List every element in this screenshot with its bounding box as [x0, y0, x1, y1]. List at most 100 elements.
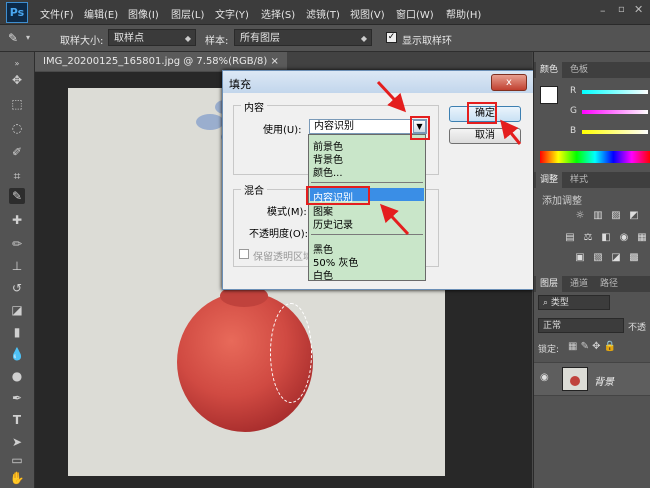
- maximize-icon[interactable]: ▫: [618, 4, 625, 15]
- visibility-eye-icon[interactable]: ◉: [540, 372, 549, 383]
- hand-tool-icon[interactable]: ✋: [9, 470, 25, 486]
- r-slider[interactable]: [582, 90, 648, 94]
- eyedropper-tool-icon[interactable]: ✎: [9, 188, 25, 204]
- content-group-title: 内容: [241, 99, 267, 114]
- option-color[interactable]: 颜色...: [313, 164, 343, 179]
- sample-label: 样本:: [205, 36, 229, 47]
- menu-help[interactable]: 帮助(H): [446, 6, 481, 21]
- tab-color[interactable]: 颜色: [536, 62, 563, 78]
- tab-adjustments[interactable]: 调整: [536, 172, 563, 188]
- preserve-transparency-checkbox[interactable]: [239, 249, 249, 259]
- balance-icon[interactable]: ⚖: [582, 232, 594, 244]
- b-slider[interactable]: [582, 130, 648, 134]
- collapse-toolbox-icon[interactable]: »: [9, 56, 25, 72]
- document-tab[interactable]: IMG_20200125_165801.jpg @ 7.58%(RGB/8) ×: [35, 52, 287, 71]
- dialog-title: 填充: [229, 78, 251, 91]
- g-slider[interactable]: [582, 110, 648, 114]
- blend-mode-select[interactable]: 正常: [538, 318, 624, 333]
- menu-image[interactable]: 图像(I): [128, 6, 159, 21]
- tool-preset-chevron-icon[interactable]: ▾: [26, 33, 30, 42]
- close-tab-icon[interactable]: ×: [270, 56, 278, 67]
- bw-icon[interactable]: ◧: [600, 232, 612, 244]
- layers-panel-tabs: 图层 通道 路径: [534, 276, 650, 292]
- foreground-color-swatch[interactable]: [540, 86, 558, 104]
- close-window-icon[interactable]: ✕: [634, 3, 643, 16]
- option-history[interactable]: 历史记录: [313, 216, 353, 231]
- brightness-icon[interactable]: ☼: [574, 210, 586, 222]
- clone-stamp-tool-icon[interactable]: ⊥: [9, 258, 25, 274]
- options-bar: ✎ ▾ 取样大小: 取样点 ◆ 样本: 所有图层 ◆ ✓ 显示取样环: [0, 25, 650, 52]
- quick-select-tool-icon[interactable]: ✐: [9, 144, 25, 160]
- eraser-tool-icon[interactable]: ◪: [9, 302, 25, 318]
- sample-size-label: 取样大小:: [60, 36, 104, 47]
- pen-tool-icon[interactable]: ✒: [9, 390, 25, 406]
- g-label: G: [570, 106, 577, 116]
- gradient-tool-icon[interactable]: ▮: [9, 324, 25, 340]
- type-tool-icon[interactable]: T: [9, 412, 25, 428]
- healing-brush-tool-icon[interactable]: ✚: [9, 212, 25, 228]
- blend-group-title: 混合: [241, 182, 267, 197]
- opacity-label: 不透: [628, 323, 647, 333]
- exposure-icon[interactable]: ◩: [628, 210, 640, 222]
- lasso-selection: [270, 303, 312, 403]
- brush-tool-icon[interactable]: ✏: [9, 236, 25, 252]
- adjust-panel-tabs: 调整 样式: [534, 172, 650, 188]
- menu-select[interactable]: 选择(S): [261, 6, 295, 21]
- menu-filter[interactable]: 滤镜(T): [306, 6, 340, 21]
- lock-icons[interactable]: ▦ ✎ ✥ 🔒: [568, 341, 616, 352]
- layer-kind-filter[interactable]: ⌕ 类型: [538, 295, 610, 310]
- photo-filter-icon[interactable]: ◉: [618, 232, 630, 244]
- channel-mixer-icon[interactable]: ▦: [636, 232, 648, 244]
- menu-edit[interactable]: 编辑(E): [84, 6, 118, 21]
- crop-tool-icon[interactable]: ⌗: [9, 168, 25, 184]
- path-select-tool-icon[interactable]: ➤: [9, 434, 25, 450]
- layer-row-background[interactable]: ◉ 背景: [534, 362, 650, 396]
- gradient-map-icon[interactable]: ▩: [628, 252, 640, 264]
- marquee-tool-icon[interactable]: ⬚: [9, 96, 25, 112]
- use-label: 使用(U):: [263, 125, 302, 136]
- tab-paths[interactable]: 路径: [596, 276, 622, 292]
- minimize-icon[interactable]: –: [600, 4, 606, 17]
- menu-type[interactable]: 文字(Y): [215, 6, 249, 21]
- photoshop-logo: Ps: [6, 2, 28, 23]
- lasso-tool-icon[interactable]: ◌: [9, 120, 25, 136]
- shape-tool-icon[interactable]: ▭: [9, 452, 25, 468]
- tab-swatches[interactable]: 色板: [566, 62, 592, 78]
- right-panels: 颜色 色板 R G B 调整 样式 添加调整 ☼ ▥ ▨ ◩ ▤ ⚖ ◧ ◉ ▦…: [533, 52, 650, 488]
- color-spectrum[interactable]: [540, 151, 650, 163]
- invert-icon[interactable]: ▣: [574, 252, 586, 264]
- show-ring-checkbox[interactable]: ✓: [386, 32, 397, 43]
- move-tool-icon[interactable]: ✥: [9, 72, 25, 88]
- opacity-label: 不透明度(O):: [249, 229, 309, 240]
- menu-file[interactable]: 文件(F): [40, 6, 74, 21]
- sample-select[interactable]: 所有图层 ◆: [234, 29, 372, 46]
- mode-label: 模式(M):: [267, 207, 307, 218]
- layer-name: 背景: [594, 377, 614, 388]
- color-panel-tabs: 颜色 色板: [534, 62, 650, 78]
- levels-icon[interactable]: ▥: [592, 210, 604, 222]
- toolbox: » ✥ ⬚ ◌ ✐ ⌗ ✎ ✚ ✏ ⊥ ↺ ◪ ▮ 💧 ● ✒ T ➤ ▭ ✋: [0, 52, 35, 488]
- menu-layer[interactable]: 图层(L): [171, 6, 204, 21]
- preserve-transparency-label: 保留透明区域: [253, 252, 313, 263]
- blur-tool-icon[interactable]: 💧: [9, 346, 25, 362]
- sample-size-select[interactable]: 取样点 ◆: [108, 29, 196, 46]
- adjust-title: 添加调整: [542, 196, 582, 207]
- tab-layers[interactable]: 图层: [536, 276, 563, 292]
- option-white[interactable]: 白色: [313, 267, 333, 282]
- curves-icon[interactable]: ▨: [610, 210, 622, 222]
- menu-bar: Ps 文件(F) 编辑(E) 图像(I) 图层(L) 文字(Y) 选择(S) 滤…: [0, 0, 650, 25]
- eyedropper-tool-icon[interactable]: ✎: [8, 31, 18, 45]
- posterize-icon[interactable]: ▧: [592, 252, 604, 264]
- history-brush-tool-icon[interactable]: ↺: [9, 280, 25, 296]
- menu-window[interactable]: 窗口(W): [396, 6, 434, 21]
- lock-label: 锁定:: [538, 345, 560, 355]
- threshold-icon[interactable]: ◪: [610, 252, 622, 264]
- tab-channels[interactable]: 通道: [566, 276, 592, 292]
- menu-view[interactable]: 视图(V): [350, 6, 385, 21]
- tab-styles[interactable]: 样式: [566, 172, 592, 188]
- show-ring-label: 显示取样环: [402, 36, 452, 47]
- layer-thumbnail: [562, 367, 588, 391]
- vibrance-icon[interactable]: ▤: [564, 232, 576, 244]
- dodge-tool-icon[interactable]: ●: [9, 368, 25, 384]
- annotation-arrows: [376, 80, 522, 236]
